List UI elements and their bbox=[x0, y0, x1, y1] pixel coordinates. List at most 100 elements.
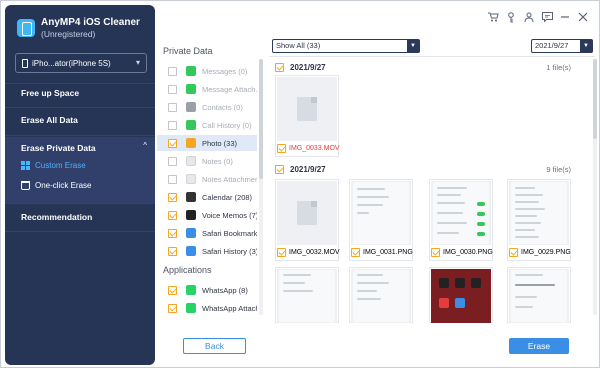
sidebar-item-one-click-erase[interactable]: One-click Erase bbox=[21, 178, 91, 192]
sidebar: AnyMP4 iOS Cleaner (Unregistered) iPho..… bbox=[5, 5, 155, 365]
grid-icon bbox=[21, 160, 30, 170]
feedback-icon[interactable] bbox=[541, 11, 553, 23]
category-checkbox[interactable] bbox=[168, 120, 177, 130]
category-label: WhatsApp Attach... bbox=[202, 303, 257, 313]
thumbnail-card[interactable]: IMG_0031.PNG bbox=[349, 179, 413, 261]
category-item[interactable]: Safari History (3) bbox=[157, 243, 257, 259]
chevron-down-icon[interactable]: ▼ bbox=[407, 40, 419, 52]
screenshot-thumbnail bbox=[351, 269, 411, 323]
content-scrollbar[interactable] bbox=[593, 59, 597, 315]
category-checkbox[interactable] bbox=[168, 192, 177, 202]
thumbnail-caption: IMG_0033.MOV bbox=[276, 142, 340, 154]
group-date: 2021/9/27 bbox=[290, 164, 326, 174]
category-label: Calendar (208) bbox=[202, 192, 253, 202]
category-label: Notes (0) bbox=[202, 156, 233, 166]
thumbnail-checkbox[interactable] bbox=[509, 247, 518, 257]
thumbnail-filename: IMG_0033.MOV bbox=[289, 144, 340, 152]
thumbnail-card[interactable]: IMG_0033.MOV bbox=[275, 75, 340, 157]
category-item[interactable]: Photo (33) bbox=[157, 135, 257, 151]
category-item[interactable]: WhatsApp (8) bbox=[157, 282, 257, 298]
category-icon bbox=[186, 192, 196, 202]
category-item[interactable]: Messages (0) bbox=[157, 63, 257, 79]
cart-icon[interactable] bbox=[487, 11, 499, 23]
category-checkbox[interactable] bbox=[168, 303, 177, 313]
key-icon[interactable] bbox=[505, 11, 517, 23]
one-click-erase-label: One-click Erase bbox=[35, 180, 92, 190]
app-title: AnyMP4 iOS Cleaner bbox=[41, 17, 140, 28]
registration-status: (Unregistered) bbox=[41, 29, 96, 39]
thumbnail-card[interactable]: IMG_0030.PNG bbox=[429, 179, 493, 261]
date-value: 2021/9/27 bbox=[535, 41, 569, 50]
category-checkbox[interactable] bbox=[168, 246, 177, 256]
category-checkbox[interactable] bbox=[168, 84, 177, 94]
window-controls bbox=[487, 11, 589, 23]
sidebar-item-recommendation[interactable]: Recommendation bbox=[5, 207, 155, 227]
category-label: Message Attach... bbox=[202, 84, 257, 94]
screenshot-thumbnail bbox=[509, 181, 569, 245]
category-label: Messages (0) bbox=[202, 66, 248, 76]
thumbnail-card[interactable]: IMG_0029.PNG bbox=[507, 179, 571, 261]
close-icon[interactable] bbox=[577, 11, 589, 23]
thumbnail-checkbox[interactable] bbox=[277, 143, 286, 153]
group-checkbox[interactable] bbox=[275, 164, 284, 174]
category-item[interactable]: Notes Attachmen... bbox=[157, 171, 257, 187]
device-selector[interactable]: iPho...ator(iPhone 5S) ▾ bbox=[15, 53, 147, 73]
thumbnail-card[interactable] bbox=[349, 267, 413, 323]
category-checkbox[interactable] bbox=[168, 156, 177, 166]
category-scrollbar[interactable] bbox=[259, 59, 263, 315]
thumbnail-caption: IMG_0032.MOV bbox=[276, 246, 340, 258]
thumbnail-caption: IMG_0029.PNG bbox=[508, 246, 572, 258]
filter-dropdown[interactable]: Show All (33) ▼ bbox=[272, 39, 420, 53]
back-button[interactable]: Back bbox=[183, 338, 246, 354]
erase-button[interactable]: Erase bbox=[509, 338, 569, 354]
category-item[interactable]: Contacts (0) bbox=[157, 99, 257, 115]
category-checkbox[interactable] bbox=[168, 102, 177, 112]
thumbnail-card[interactable] bbox=[275, 267, 339, 323]
divider bbox=[5, 231, 155, 232]
minimize-icon[interactable] bbox=[559, 11, 571, 23]
thumbnail-checkbox[interactable] bbox=[431, 247, 440, 257]
chevron-down-icon[interactable]: ▼ bbox=[580, 40, 592, 52]
category-checkbox[interactable] bbox=[168, 228, 177, 238]
category-checkbox[interactable] bbox=[168, 285, 177, 295]
category-checkbox[interactable] bbox=[168, 138, 177, 148]
screenshot-thumbnail bbox=[277, 269, 337, 323]
category-item[interactable]: Safari Bookmark (... bbox=[157, 225, 257, 241]
chevron-up-icon[interactable]: ^ bbox=[143, 141, 147, 150]
category-item[interactable]: Call History (0) bbox=[157, 117, 257, 133]
thumbnail-checkbox[interactable] bbox=[351, 247, 360, 257]
category-item[interactable]: Message Attach... bbox=[157, 81, 257, 97]
category-icon bbox=[186, 285, 196, 295]
thumbnail-filename: IMG_0032.MOV bbox=[289, 248, 340, 256]
category-label: Contacts (0) bbox=[202, 102, 243, 112]
category-label: Photo (33) bbox=[202, 138, 238, 148]
screenshot-thumbnail bbox=[509, 269, 569, 323]
thumbnail-caption: IMG_0031.PNG bbox=[350, 246, 414, 258]
category-item[interactable]: Voice Memos (7) bbox=[157, 207, 257, 223]
category-label: Safari History (3) bbox=[202, 246, 257, 256]
thumbnail-card[interactable]: IMG_0032.MOV bbox=[275, 179, 340, 261]
sidebar-item-erase-private-data[interactable]: Erase Private Data bbox=[5, 138, 155, 158]
app-window: AnyMP4 iOS Cleaner (Unregistered) iPho..… bbox=[0, 0, 600, 368]
thumbnail-card[interactable] bbox=[429, 267, 493, 323]
category-icon bbox=[186, 84, 196, 94]
sidebar-item-erase-all-data[interactable]: Erase All Data bbox=[5, 110, 155, 130]
thumbnail-checkbox[interactable] bbox=[277, 247, 286, 257]
account-icon[interactable] bbox=[523, 11, 535, 23]
category-checkbox[interactable] bbox=[168, 210, 177, 220]
category-item[interactable]: WhatsApp Attach... bbox=[157, 300, 257, 316]
screenshot-thumbnail bbox=[431, 269, 491, 323]
sidebar-item-custom-erase[interactable]: Custom Erase bbox=[21, 158, 86, 172]
category-item[interactable]: Notes (0) bbox=[157, 153, 257, 169]
category-checkbox[interactable] bbox=[168, 66, 177, 76]
scrollbar-thumb[interactable] bbox=[593, 59, 597, 139]
category-label: Notes Attachmen... bbox=[202, 174, 257, 184]
category-item[interactable]: Calendar (208) bbox=[157, 189, 257, 205]
sidebar-item-free-up-space[interactable]: Free up Space bbox=[5, 83, 155, 103]
group-checkbox[interactable] bbox=[275, 62, 284, 72]
scrollbar-thumb[interactable] bbox=[259, 59, 263, 179]
date-dropdown[interactable]: 2021/9/27 ▼ bbox=[531, 39, 593, 53]
category-icon bbox=[186, 246, 196, 256]
category-checkbox[interactable] bbox=[168, 174, 177, 184]
thumbnail-card[interactable] bbox=[507, 267, 571, 323]
